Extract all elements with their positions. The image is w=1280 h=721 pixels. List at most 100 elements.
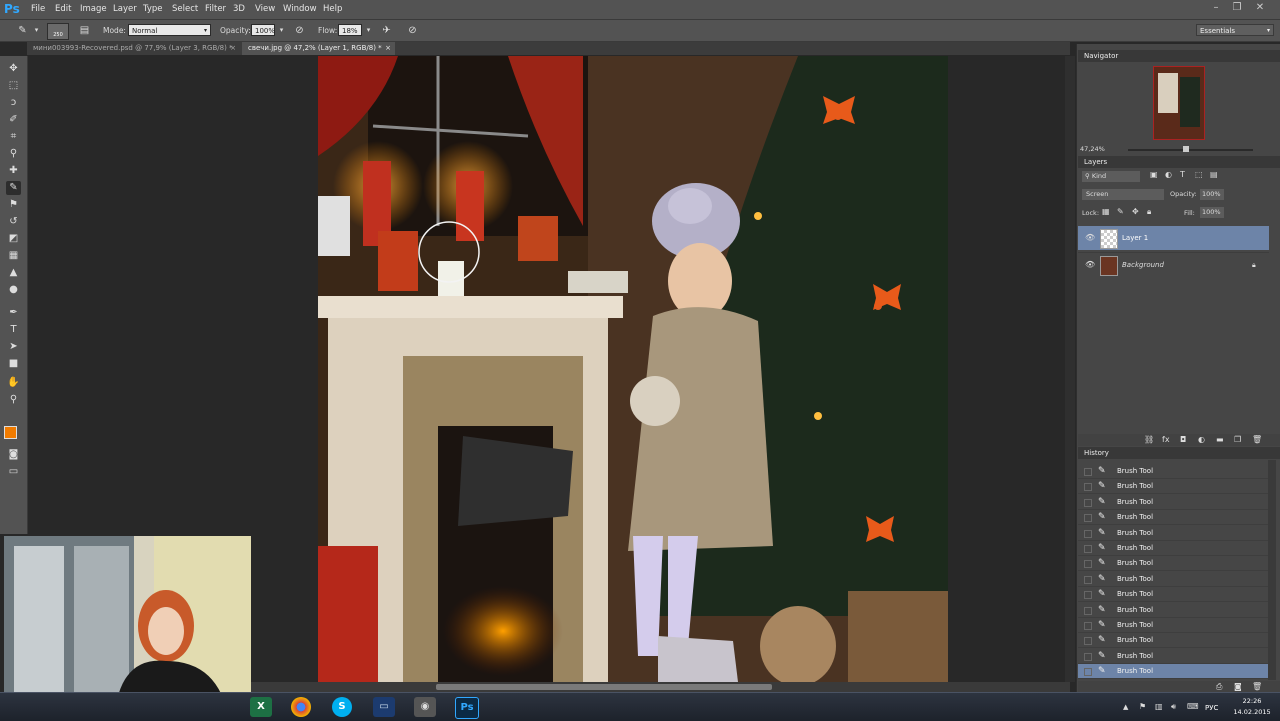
lock-paint-icon[interactable]: ✎ [1117, 207, 1124, 216]
screen-mode-icon[interactable]: ▭ [6, 465, 21, 479]
tab-recovered-psd[interactable]: мини003993-Recovered.psd @ 77,9% (Layer … [27, 42, 240, 55]
eraser-tool-icon[interactable]: ◩ [6, 232, 21, 246]
brush-tool-icon[interactable]: ✎ [6, 181, 21, 195]
tray-volume-icon[interactable]: 🔊︎ [1171, 702, 1176, 712]
layer-name[interactable]: Background [1122, 253, 1164, 277]
flow-dropdown-icon[interactable]: ▾ [362, 24, 375, 37]
healing-tool-icon[interactable]: ✚ [6, 164, 21, 178]
quick-select-tool-icon[interactable]: ✐ [6, 113, 21, 127]
document-canvas-image[interactable] [318, 56, 948, 682]
new-layer-icon[interactable]: ❐ [1234, 435, 1241, 444]
menu-select[interactable]: Select [172, 4, 198, 14]
history-state-row[interactable]: ✎ Brush Tool [1078, 618, 1269, 633]
history-source-checkbox[interactable] [1084, 483, 1092, 492]
history-state-row[interactable]: ✎ Brush Tool [1078, 572, 1269, 587]
stamp-tool-icon[interactable]: ⚑ [6, 198, 21, 212]
layer-opacity-input[interactable]: 100% [1200, 189, 1224, 200]
menu-help[interactable]: Help [323, 4, 342, 14]
history-state-row[interactable]: ✎ Brush Tool [1078, 464, 1269, 479]
tray-keyboard-icon[interactable]: ⌨︎ [1187, 702, 1199, 711]
fill-input[interactable]: 100% [1200, 207, 1224, 218]
history-state-row[interactable]: ✎ Brush Tool [1078, 526, 1269, 541]
lasso-tool-icon[interactable]: ↄ [6, 96, 21, 110]
tab-svechi-jpg[interactable]: свечи.jpg @ 47,2% (Layer 1, RGB/8) * × [242, 42, 395, 55]
opacity-dropdown-icon[interactable]: ▾ [275, 24, 288, 37]
link-layers-icon[interactable]: ⛓︎ [1144, 435, 1154, 444]
history-source-checkbox[interactable] [1084, 622, 1092, 630]
history-scrollbar[interactable] [1268, 460, 1276, 680]
history-source-checkbox[interactable] [1084, 545, 1092, 553]
menu-type[interactable]: Type [143, 4, 163, 14]
preset-dropdown-icon[interactable]: ▾ [30, 24, 43, 37]
history-state-row[interactable]: ✎ Brush Tool [1078, 664, 1269, 680]
layer-mask-icon[interactable]: ◘ [1180, 435, 1186, 444]
photoshop-icon[interactable]: Ps [455, 697, 479, 719]
visibility-eye-icon[interactable]: 👁︎ [1085, 253, 1095, 277]
crop-tool-icon[interactable]: ⌗ [6, 130, 21, 144]
menu-image[interactable]: Image [80, 4, 107, 14]
foreground-color-swatch[interactable] [4, 426, 17, 439]
history-state-row[interactable]: ✎ Brush Tool [1078, 587, 1269, 603]
quick-mask-icon[interactable]: ◙ [6, 448, 21, 462]
tray-up-arrow-icon[interactable]: ▲ [1123, 703, 1128, 711]
dodge-tool-icon[interactable]: ● [6, 283, 21, 297]
history-state-row[interactable]: ✎ Brush Tool [1078, 633, 1269, 649]
adjustment-layer-icon[interactable]: ◐ [1198, 435, 1205, 444]
tray-flag-icon[interactable]: ⚑ [1139, 702, 1146, 711]
marquee-tool-icon[interactable]: ⬚ [6, 79, 21, 93]
history-source-checkbox[interactable] [1084, 606, 1092, 615]
type-tool-icon[interactable]: T [6, 323, 21, 337]
filter-shape-icon[interactable]: ⬚ [1195, 170, 1203, 179]
layer-filter-select[interactable]: ⚲ Kind [1082, 171, 1140, 182]
gradient-tool-icon[interactable]: ▦ [6, 249, 21, 263]
navigator-zoom-slider[interactable] [1128, 149, 1253, 151]
history-source-checkbox[interactable] [1084, 514, 1092, 523]
menu-view[interactable]: View [255, 4, 275, 14]
history-state-row[interactable]: ✎ Brush Tool [1078, 495, 1269, 510]
chrome-icon[interactable] [291, 697, 311, 717]
menu-file[interactable]: File [31, 4, 45, 14]
skype-icon[interactable]: S [332, 697, 352, 717]
brush-panel-icon[interactable]: ▤ [78, 24, 91, 37]
history-state-row[interactable]: ✎ Brush Tool [1078, 510, 1269, 526]
menu-filter[interactable]: Filter [205, 4, 226, 14]
excel-icon[interactable]: X [250, 697, 272, 717]
vertical-scrollbar[interactable] [1065, 56, 1075, 682]
history-panel-title[interactable]: History [1078, 447, 1280, 459]
pen-tool-icon[interactable]: ✒ [6, 306, 21, 320]
clock-date[interactable]: 14.02.2015 [1230, 708, 1274, 716]
clock-time[interactable]: 22:26 [1235, 697, 1269, 705]
history-state-row[interactable]: ✎ Brush Tool [1078, 603, 1269, 618]
navigator-panel-title[interactable]: Navigator [1078, 50, 1280, 62]
move-tool-icon[interactable]: ✥ [6, 62, 21, 76]
blend-mode-select[interactable]: Screen [1082, 189, 1164, 200]
menu-window[interactable]: Window [283, 4, 317, 14]
navigator-zoom-value[interactable]: 47,24% [1080, 145, 1105, 153]
history-source-checkbox[interactable] [1084, 652, 1092, 661]
menu-3d[interactable]: 3D [233, 4, 245, 14]
filter-adjustment-icon[interactable]: ◐ [1165, 170, 1172, 179]
tab-close-icon[interactable]: × [230, 42, 236, 55]
history-source-checkbox[interactable] [1084, 560, 1092, 569]
pressure-opacity-icon[interactable]: ⊘ [293, 24, 306, 37]
monitor-icon[interactable]: ▭ [373, 697, 395, 717]
zoom-slider-handle[interactable] [1183, 146, 1189, 152]
history-source-checkbox[interactable] [1084, 575, 1092, 584]
history-state-row[interactable]: ✎ Brush Tool [1078, 541, 1269, 556]
opacity-input[interactable]: 100% [251, 24, 275, 36]
snapshot-icon[interactable]: ◙ [1234, 682, 1242, 691]
restore-icon[interactable]: ❐ [1230, 2, 1244, 14]
history-brush-tool-icon[interactable]: ↺ [6, 215, 21, 229]
shape-tool-icon[interactable]: ■ [6, 357, 21, 371]
history-state-row[interactable]: ✎ Brush Tool [1078, 649, 1269, 664]
eyedropper-tool-icon[interactable]: ⚲ [6, 147, 21, 161]
menu-edit[interactable]: Edit [55, 4, 71, 14]
lock-position-icon[interactable]: ✥ [1132, 207, 1139, 216]
menu-layer[interactable]: Layer [113, 4, 137, 14]
filter-type-icon[interactable]: T [1180, 170, 1185, 179]
minimize-icon[interactable]: – [1209, 2, 1223, 14]
visibility-eye-icon[interactable]: 👁︎ [1085, 226, 1095, 250]
flow-input[interactable]: 18% [338, 24, 362, 36]
brush-preset-icon[interactable]: ✎ [16, 24, 29, 37]
lock-all-icon[interactable]: 🔒︎ [1147, 207, 1151, 217]
